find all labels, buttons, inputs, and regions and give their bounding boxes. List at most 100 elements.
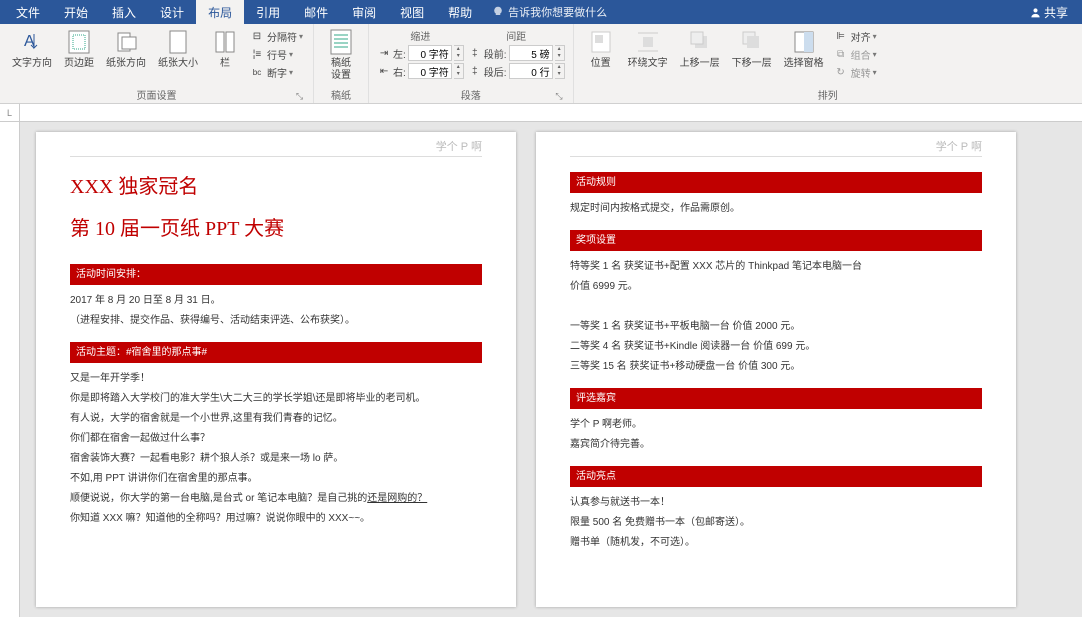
position-label: 位置	[591, 58, 611, 70]
columns-button[interactable]: 栏	[206, 26, 244, 72]
group-paragraph: 缩进 ⇥左:▴▾ ⇤右:▴▾ 间距 ‡段前:▴▾ ‡段后:▴▾ 段落⤡	[369, 24, 574, 103]
body-text[interactable]: 三等奖 15 名 获奖证书+移动硬盘一台 价值 300 元。	[570, 358, 982, 375]
spinner-arrows[interactable]: ▴▾	[454, 63, 464, 79]
share-button[interactable]: 共享	[1020, 4, 1078, 21]
align-button[interactable]: ⊫对齐▾	[832, 28, 879, 45]
section-heading[interactable]: 奖项设置	[570, 230, 982, 251]
bring-forward-icon	[686, 28, 714, 56]
body-text[interactable]: 限量 500 名 免费赠书一本（包邮寄送）。	[570, 514, 982, 531]
margins-label: 页边距	[64, 58, 94, 70]
spinner-arrows[interactable]: ▴▾	[454, 45, 464, 61]
tab-layout[interactable]: 布局	[196, 0, 244, 25]
chevron-down-icon: ▾	[289, 68, 293, 77]
text-direction-button[interactable]: A 文字方向	[8, 26, 56, 72]
spacing-before-spinner[interactable]: ‡段前:▴▾	[468, 45, 565, 61]
body-text[interactable]: 二等奖 4 名 获奖证书+Kindle 阅读器一台 价值 699 元。	[570, 338, 982, 355]
body-text[interactable]: 特等奖 1 名 获奖证书+配置 XXX 芯片的 Thinkpad 笔记本电脑一台	[570, 258, 982, 275]
doc-title-2[interactable]: 第 10 届一页纸 PPT 大赛	[70, 212, 482, 246]
tab-references[interactable]: 引用	[244, 0, 292, 25]
tab-view[interactable]: 视图	[388, 0, 436, 25]
body-text[interactable]: 学个 P 啊老师。	[570, 416, 982, 433]
page-2[interactable]: 学个 P 啊 活动规则 规定时间内按格式提交，作品需原创。 奖项设置 特等奖 1…	[536, 132, 1016, 607]
margins-button[interactable]: 页边距	[60, 26, 98, 72]
size-icon	[164, 28, 192, 56]
spacing-before-input[interactable]	[509, 45, 553, 61]
section-heading[interactable]: 活动亮点	[570, 466, 982, 487]
orientation-button[interactable]: 纸张方向	[102, 26, 150, 72]
orientation-label: 纸张方向	[106, 58, 146, 70]
body-text[interactable]: 认真参与就送书一本！	[570, 494, 982, 511]
body-text[interactable]: 不如,用 PPT 讲讲你们在宿舍里的那点事。	[70, 470, 482, 487]
group-draft: 稿纸 设置 稿纸	[314, 24, 369, 103]
tab-review[interactable]: 审阅	[340, 0, 388, 25]
rotate-label: 旋转	[851, 65, 871, 80]
section-heading[interactable]: 活动主题：#宿舍里的那点事#	[70, 342, 482, 363]
body-text[interactable]: 又是一年开学季！	[70, 370, 482, 387]
hyphenation-button[interactable]: bc断字▾	[248, 64, 305, 81]
selection-pane-button[interactable]: 选择窗格	[780, 26, 828, 72]
line-numbers-label: 行号	[267, 47, 287, 62]
ruler-horizontal[interactable]	[20, 104, 1082, 121]
wrap-label: 环绕文字	[628, 58, 668, 70]
indent-left-spinner[interactable]: ⇥左:▴▾	[377, 45, 464, 61]
size-label: 纸张大小	[158, 58, 198, 70]
body-text[interactable]: 有人说，大学的宿舍就是一个小世界,这里有我们青春的记忆。	[70, 410, 482, 427]
body-text[interactable]: 你知道 XXX 嘛？知道他的全称吗？用过嘛？说说你眼中的 XXX~~。	[70, 510, 482, 527]
dialog-launcher-icon[interactable]: ⤡	[555, 91, 562, 102]
tab-insert[interactable]: 插入	[100, 0, 148, 25]
columns-label: 栏	[220, 58, 230, 70]
indent-right-spinner[interactable]: ⇤右:▴▾	[377, 63, 464, 79]
position-icon	[587, 28, 615, 56]
section-heading[interactable]: 活动规则	[570, 172, 982, 193]
tab-mailings[interactable]: 邮件	[292, 0, 340, 25]
indent-left-input[interactable]	[408, 45, 452, 61]
body-text[interactable]: （进程安排、提交作品、获得编号、活动结束评选、公布获奖）。	[70, 312, 482, 329]
tab-home[interactable]: 开始	[52, 0, 100, 25]
indent-right-input[interactable]	[408, 63, 452, 79]
page-header-rule	[70, 156, 482, 157]
lightbulb-icon	[492, 6, 504, 18]
dialog-launcher-icon[interactable]: ⤡	[296, 91, 303, 102]
columns-icon	[211, 28, 239, 56]
body-text[interactable]: 赠书单（随机发，不可选）。	[570, 534, 982, 551]
ruler-vertical[interactable]	[0, 122, 20, 617]
body-text[interactable]: 2017 年 8 月 20 日至 8 月 31 日。	[70, 292, 482, 309]
line-numbers-button[interactable]: ¦≡行号▾	[248, 46, 305, 63]
body-text[interactable]: 你是即将踏入大学校门的准大学生\大二大三的学长学姐\还是即将毕业的老司机。	[70, 390, 482, 407]
draft-settings-label: 稿纸 设置	[331, 58, 351, 82]
size-button[interactable]: 纸张大小	[154, 26, 202, 72]
tab-file[interactable]: 文件	[4, 0, 52, 25]
page-1[interactable]: 学个 P 啊 XXX 独家冠名 第 10 届一页纸 PPT 大赛 活动时间安排：…	[36, 132, 516, 607]
group-icon: ⧉	[834, 48, 848, 62]
tell-me-search[interactable]: 告诉我你想要做什么	[484, 4, 615, 20]
align-label: 对齐	[851, 29, 871, 44]
hyphenation-label: 断字	[267, 65, 287, 80]
spinner-arrows[interactable]: ▴▾	[555, 63, 565, 79]
section-heading[interactable]: 评选嘉宾	[570, 388, 982, 409]
bring-forward-button: 上移一层	[676, 26, 724, 72]
wrap-text-button: 环绕文字	[624, 26, 672, 72]
chevron-down-icon: ▾	[873, 50, 877, 59]
text-direction-icon: A	[18, 28, 46, 56]
section-heading[interactable]: 活动时间安排：	[70, 264, 482, 285]
body-text[interactable]: 宿舍装饰大赛？一起看电影？耕个狼人杀？或是来一场 lo 萨。	[70, 450, 482, 467]
chevron-down-icon: ▾	[873, 68, 877, 77]
document-canvas[interactable]: 学个 P 啊 XXX 独家冠名 第 10 届一页纸 PPT 大赛 活动时间安排：…	[20, 122, 1082, 617]
menu-bar: 文件 开始 插入 设计 布局 引用 邮件 审阅 视图 帮助 告诉我你想要做什么 …	[0, 0, 1082, 24]
tab-design[interactable]: 设计	[148, 0, 196, 25]
body-text[interactable]: 顺便说说，你大学的第一台电脑,是台式 or 笔记本电脑？是自己挑的还是网购的？	[70, 490, 482, 507]
spacing-after-input[interactable]	[509, 63, 553, 79]
breaks-button[interactable]: ⊟分隔符▾	[248, 28, 305, 45]
body-text[interactable]: 你们都在宿舍一起做过什么事？	[70, 430, 482, 447]
doc-title-1[interactable]: XXX 独家冠名	[70, 170, 482, 204]
body-text[interactable]: 一等奖 1 名 获奖证书+平板电脑一台 价值 2000 元。	[570, 318, 982, 335]
spacing-after-spinner[interactable]: ‡段后:▴▾	[468, 63, 565, 79]
draft-settings-button[interactable]: 稿纸 设置	[322, 26, 360, 84]
body-text[interactable]: 嘉宾简介待完善。	[570, 436, 982, 453]
align-icon: ⊫	[834, 30, 848, 44]
spinner-arrows[interactable]: ▴▾	[555, 45, 565, 61]
body-text[interactable]: 规定时间内按格式提交，作品需原创。	[570, 200, 982, 217]
body-text[interactable]: 价值 6999 元。	[570, 278, 982, 295]
paragraph-group-label: 段落	[461, 91, 481, 102]
tab-help[interactable]: 帮助	[436, 0, 484, 25]
